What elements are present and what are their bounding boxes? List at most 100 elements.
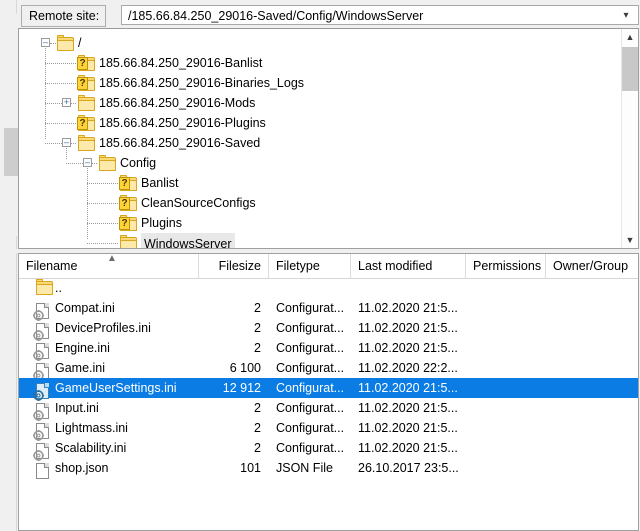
cell-filename[interactable]: Input.ini xyxy=(55,398,195,418)
chevron-down-icon[interactable]: ▾ xyxy=(617,6,635,26)
cell-permissions xyxy=(473,298,543,318)
tree-connector-horizontal xyxy=(45,143,76,144)
tree-connector-horizontal xyxy=(50,43,56,44)
tree-node-label[interactable]: 185.66.84.250_29016-Binaries_Logs xyxy=(99,73,304,93)
folder-unknown-icon: ? xyxy=(77,75,95,91)
cut-off-list-scrollbar[interactable] xyxy=(2,253,17,531)
cell-filename[interactable]: .. xyxy=(55,278,195,298)
cell-filename[interactable]: Lightmass.ini xyxy=(55,418,195,438)
tree-expander-minus-icon[interactable]: – xyxy=(62,138,71,147)
cell-owner xyxy=(553,358,637,378)
file-row[interactable]: shop.json 101 JSON File 26.10.2017 23:5... xyxy=(19,458,638,480)
tree-node[interactable]: ? 185.66.84.250_29016-Banlist xyxy=(19,53,622,73)
tree-connector-horizontal xyxy=(45,123,76,124)
ini-file-icon xyxy=(32,380,49,402)
cell-filename[interactable]: Game.ini xyxy=(55,358,195,378)
file-row[interactable]: Lightmass.ini 2 Configurat... 11.02.2020 21… xyxy=(19,418,638,442)
remote-file-list[interactable]: Filename Filesize Filetype Last modified Per… xyxy=(18,253,639,531)
tree-vertical-scrollbar[interactable]: ▲ ▼ xyxy=(621,29,638,248)
column-header-permissions[interactable]: Permissions xyxy=(466,254,546,278)
cell-owner xyxy=(553,418,637,438)
cell-modified xyxy=(358,278,463,298)
remote-site-path-combobox[interactable]: /185.66.84.250_29016-Saved/Config/Window… xyxy=(121,5,639,25)
tree-node[interactable]: ? 185.66.84.250_29016-Binaries_Logs xyxy=(19,73,622,93)
tree-expander-minus-icon[interactable]: – xyxy=(41,38,50,47)
file-row[interactable]: Engine.ini 2 Configurat... 11.02.2020 21:5.… xyxy=(19,338,638,362)
cell-filename[interactable]: Engine.ini xyxy=(55,338,195,358)
folder-unknown-icon: ? xyxy=(119,215,137,231)
cut-off-tree-scrollbar[interactable] xyxy=(2,0,18,249)
cell-filename[interactable]: Compat.ini xyxy=(55,298,195,318)
folder-unknown-icon: ? xyxy=(119,175,137,191)
tree-node-label[interactable]: 185.66.84.250_29016-Saved xyxy=(99,133,260,153)
tree-expander-plus-icon[interactable]: + xyxy=(62,98,71,107)
cell-filename[interactable]: GameUserSettings.ini xyxy=(55,378,195,398)
json-file-icon xyxy=(36,460,49,480)
tree-node[interactable]: – Config xyxy=(19,153,622,173)
sort-ascending-icon: ▲ xyxy=(107,253,117,264)
folder-unknown-icon: ? xyxy=(77,115,95,131)
tree-node-label[interactable]: Banlist xyxy=(141,173,179,193)
cell-filesize: 2 xyxy=(254,441,261,455)
cell-modified: 11.02.2020 21:5... xyxy=(358,341,458,355)
cell-owner xyxy=(553,318,637,338)
tree-node-label[interactable]: WindowsServer xyxy=(141,233,235,248)
cell-filetype: Configurat... xyxy=(276,401,345,415)
cell-filename[interactable]: shop.json xyxy=(55,458,195,478)
cell-filesize: 6 100 xyxy=(229,361,261,375)
remote-directory-tree[interactable]: – /? 185.66.84.250_29016-Banlist? 185.66.84… xyxy=(18,28,639,249)
cell-modified: 11.02.2020 21:5... xyxy=(358,321,458,335)
tree-scrollbar-thumb[interactable] xyxy=(622,47,638,91)
tree-connector-horizontal xyxy=(45,103,76,104)
cell-permissions xyxy=(473,338,543,358)
tree-node-label[interactable]: 185.66.84.250_29016-Banlist xyxy=(99,53,262,73)
cell-filetype xyxy=(276,278,348,298)
remote-site-path-value[interactable]: /185.66.84.250_29016-Saved/Config/Window… xyxy=(128,6,616,26)
file-row[interactable]: GameUserSettings.ini 12 912 Configurat... 1… xyxy=(19,378,638,402)
column-header-modified[interactable]: Last modified xyxy=(351,254,466,278)
cell-owner xyxy=(553,338,637,358)
tree-node[interactable]: +185.66.84.250_29016-Mods xyxy=(19,93,622,113)
file-row[interactable]: Input.ini 2 Configurat... 11.02.2020 21:5..… xyxy=(19,398,638,422)
column-header-filesize[interactable]: Filesize xyxy=(199,254,269,278)
column-header-owner[interactable]: Owner/Group xyxy=(546,254,638,278)
file-row[interactable]: Game.ini 6 100 Configurat... 11.02.2020 22:… xyxy=(19,358,638,382)
folder-unknown-icon: ? xyxy=(77,55,95,71)
column-header-filetype[interactable]: Filetype xyxy=(269,254,351,278)
tree-node[interactable]: – / xyxy=(19,33,622,53)
folder-icon xyxy=(120,235,137,248)
tree-node[interactable]: ? Banlist xyxy=(19,173,622,193)
tree-node-label[interactable]: Config xyxy=(120,153,156,173)
tree-node-label[interactable]: Plugins xyxy=(141,213,182,233)
cell-filename[interactable]: Scalability.ini xyxy=(55,438,195,458)
cell-filetype: Configurat... xyxy=(276,321,345,335)
cell-permissions xyxy=(473,378,543,398)
cell-permissions xyxy=(473,418,543,438)
tree-expander-minus-icon[interactable]: – xyxy=(83,158,92,167)
cell-permissions xyxy=(473,458,543,478)
tree-node-label[interactable]: / xyxy=(78,33,81,53)
file-list-header[interactable]: Filename Filesize Filetype Last modified Per… xyxy=(19,254,638,279)
tree-node-label[interactable]: 185.66.84.250_29016-Mods xyxy=(99,93,255,113)
cut-off-scrollbar-trough[interactable] xyxy=(4,14,18,236)
cell-owner xyxy=(553,398,637,418)
file-row[interactable]: DeviceProfiles.ini 2 Configurat... 11.02.20… xyxy=(19,318,638,342)
cell-modified: 11.02.2020 21:5... xyxy=(358,441,458,455)
tree-node[interactable]: WindowsServer xyxy=(19,233,622,248)
tree-node[interactable]: ? 185.66.84.250_29016-Plugins xyxy=(19,113,622,133)
cut-off-scrollbar-thumb[interactable] xyxy=(4,128,18,176)
cell-filesize: 2 xyxy=(254,341,261,355)
tree-node-label[interactable]: 185.66.84.250_29016-Plugins xyxy=(99,113,266,133)
file-row[interactable]: Scalability.ini 2 Configurat... 11.02.2020 … xyxy=(19,438,638,462)
tree-node-label[interactable]: CleanSourceConfigs xyxy=(141,193,256,213)
tree-node[interactable]: – 185.66.84.250_29016-Saved xyxy=(19,133,622,153)
scroll-down-icon[interactable]: ▼ xyxy=(622,232,638,248)
cell-filetype: Configurat... xyxy=(276,341,345,355)
file-row[interactable]: Compat.ini 2 Configurat... 11.02.2020 21:5.… xyxy=(19,298,638,322)
cell-permissions xyxy=(473,358,543,378)
cell-filename[interactable]: DeviceProfiles.ini xyxy=(55,318,195,338)
scroll-up-icon[interactable]: ▲ xyxy=(622,29,638,45)
tree-node[interactable]: ? Plugins xyxy=(19,213,622,233)
tree-node[interactable]: ? CleanSourceConfigs xyxy=(19,193,622,213)
file-row[interactable]: .. xyxy=(19,278,638,298)
